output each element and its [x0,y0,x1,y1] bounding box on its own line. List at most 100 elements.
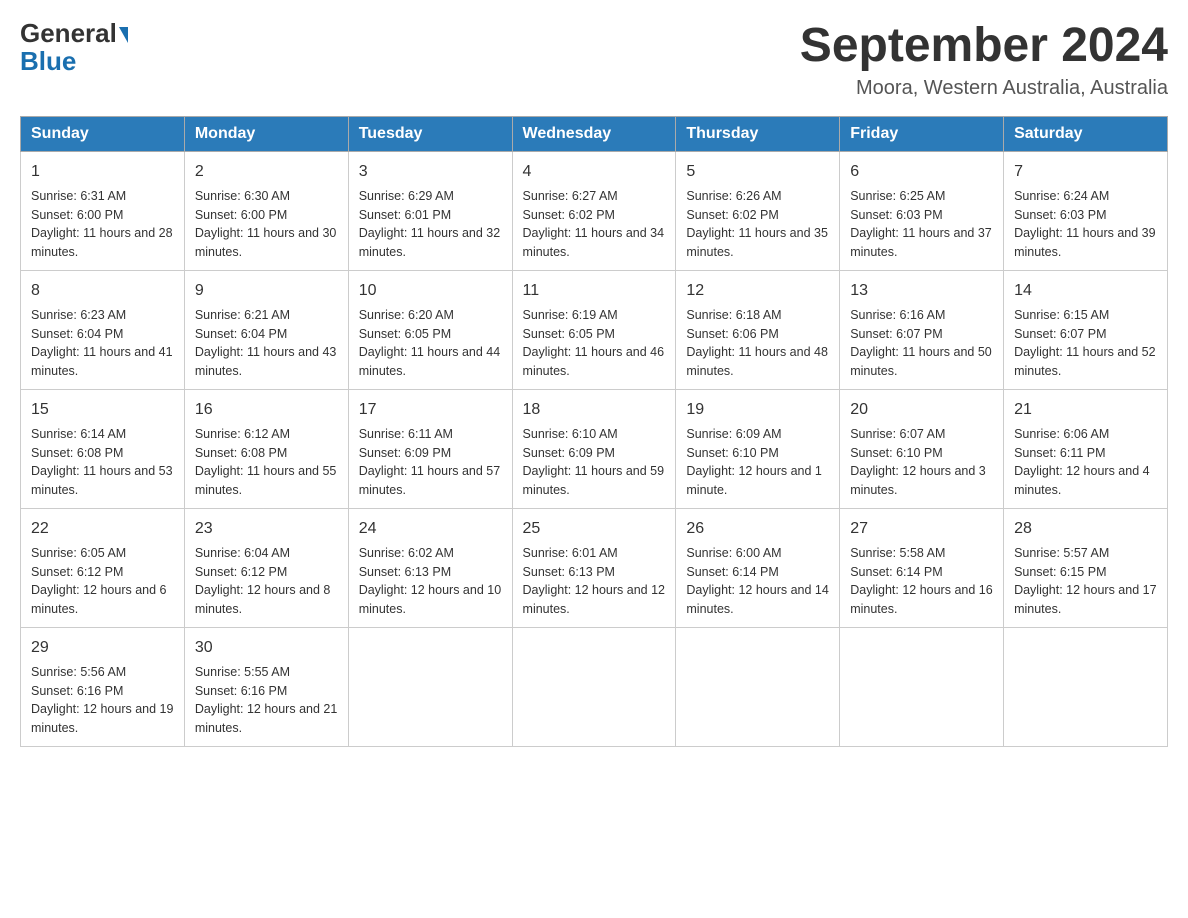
day-info: Sunrise: 5:55 AMSunset: 6:16 PMDaylight:… [195,663,338,738]
calendar-cell [676,627,840,746]
day-number: 22 [31,517,174,541]
day-info: Sunrise: 6:12 AMSunset: 6:08 PMDaylight:… [195,425,338,500]
day-number: 29 [31,636,174,660]
weekday-header-wednesday: Wednesday [512,116,676,151]
calendar-cell: 27 Sunrise: 5:58 AMSunset: 6:14 PMDayligh… [840,508,1004,627]
day-number: 26 [686,517,829,541]
calendar-body: 1 Sunrise: 6:31 AMSunset: 6:00 PMDaylight… [21,151,1168,746]
day-info: Sunrise: 6:26 AMSunset: 6:02 PMDaylight:… [686,187,829,262]
logo-blue-text: Blue [20,46,76,76]
weekday-header-row: SundayMondayTuesdayWednesdayThursdayFrid… [21,116,1168,151]
day-number: 11 [523,279,666,303]
weekday-header-monday: Monday [184,116,348,151]
day-info: Sunrise: 6:31 AMSunset: 6:00 PMDaylight:… [31,187,174,262]
week-row-5: 29 Sunrise: 5:56 AMSunset: 6:16 PMDayligh… [21,627,1168,746]
calendar-cell: 16 Sunrise: 6:12 AMSunset: 6:08 PMDayligh… [184,389,348,508]
day-info: Sunrise: 6:23 AMSunset: 6:04 PMDaylight:… [31,306,174,381]
day-number: 12 [686,279,829,303]
day-number: 17 [359,398,502,422]
calendar-header: SundayMondayTuesdayWednesdayThursdayFrid… [21,116,1168,151]
day-number: 1 [31,160,174,184]
calendar-cell: 11 Sunrise: 6:19 AMSunset: 6:05 PMDayligh… [512,270,676,389]
calendar-table: SundayMondayTuesdayWednesdayThursdayFrid… [20,116,1168,747]
calendar-cell: 8 Sunrise: 6:23 AMSunset: 6:04 PMDaylight… [21,270,185,389]
day-info: Sunrise: 6:25 AMSunset: 6:03 PMDaylight:… [850,187,993,262]
day-number: 15 [31,398,174,422]
week-row-4: 22 Sunrise: 6:05 AMSunset: 6:12 PMDayligh… [21,508,1168,627]
weekday-header-saturday: Saturday [1004,116,1168,151]
day-number: 21 [1014,398,1157,422]
day-info: Sunrise: 6:30 AMSunset: 6:00 PMDaylight:… [195,187,338,262]
day-number: 24 [359,517,502,541]
day-number: 3 [359,160,502,184]
day-number: 6 [850,160,993,184]
calendar-cell: 26 Sunrise: 6:00 AMSunset: 6:14 PMDayligh… [676,508,840,627]
day-number: 13 [850,279,993,303]
calendar-cell: 1 Sunrise: 6:31 AMSunset: 6:00 PMDaylight… [21,151,185,270]
calendar-cell: 9Sunrise: 6:21 AMSunset: 6:04 PMDaylight… [184,270,348,389]
calendar-cell [512,627,676,746]
calendar-cell: 14 Sunrise: 6:15 AMSunset: 6:07 PMDayligh… [1004,270,1168,389]
day-number: 5 [686,160,829,184]
calendar-cell [840,627,1004,746]
day-number: 10 [359,279,502,303]
calendar-cell: 3 Sunrise: 6:29 AMSunset: 6:01 PMDaylight… [348,151,512,270]
day-number: 14 [1014,279,1157,303]
day-info: Sunrise: 6:19 AMSunset: 6:05 PMDaylight:… [523,306,666,381]
weekday-header-thursday: Thursday [676,116,840,151]
calendar-cell: 23Sunrise: 6:04 AMSunset: 6:12 PMDayligh… [184,508,348,627]
day-info: Sunrise: 5:57 AMSunset: 6:15 PMDaylight:… [1014,544,1157,619]
weekday-header-sunday: Sunday [21,116,185,151]
day-info: Sunrise: 6:24 AMSunset: 6:03 PMDaylight:… [1014,187,1157,262]
calendar-cell: 12Sunrise: 6:18 AMSunset: 6:06 PMDayligh… [676,270,840,389]
day-info: Sunrise: 6:11 AMSunset: 6:09 PMDaylight:… [359,425,502,500]
day-info: Sunrise: 6:21 AMSunset: 6:04 PMDaylight:… [195,306,338,381]
logo-general-text: General [20,20,117,46]
day-number: 2 [195,160,338,184]
week-row-3: 15Sunrise: 6:14 AMSunset: 6:08 PMDayligh… [21,389,1168,508]
title-area: September 2024 Moora, Western Australia,… [800,20,1168,100]
day-info: Sunrise: 5:58 AMSunset: 6:14 PMDaylight:… [850,544,993,619]
day-info: Sunrise: 6:00 AMSunset: 6:14 PMDaylight:… [686,544,829,619]
calendar-title: September 2024 [800,20,1168,73]
calendar-cell: 24 Sunrise: 6:02 AMSunset: 6:13 PMDayligh… [348,508,512,627]
calendar-cell: 15Sunrise: 6:14 AMSunset: 6:08 PMDayligh… [21,389,185,508]
calendar-cell: 29 Sunrise: 5:56 AMSunset: 6:16 PMDayligh… [21,627,185,746]
logo: General Blue [20,20,128,77]
calendar-cell: 18 Sunrise: 6:10 AMSunset: 6:09 PMDayligh… [512,389,676,508]
day-info: Sunrise: 6:10 AMSunset: 6:09 PMDaylight:… [523,425,666,500]
day-info: Sunrise: 6:02 AMSunset: 6:13 PMDaylight:… [359,544,502,619]
calendar-cell: 17 Sunrise: 6:11 AMSunset: 6:09 PMDayligh… [348,389,512,508]
day-number: 8 [31,279,174,303]
day-info: Sunrise: 5:56 AMSunset: 6:16 PMDaylight:… [31,663,174,738]
calendar-cell: 21Sunrise: 6:06 AMSunset: 6:11 PMDayligh… [1004,389,1168,508]
day-number: 27 [850,517,993,541]
weekday-header-tuesday: Tuesday [348,116,512,151]
week-row-1: 1 Sunrise: 6:31 AMSunset: 6:00 PMDaylight… [21,151,1168,270]
day-number: 16 [195,398,338,422]
day-number: 23 [195,517,338,541]
calendar-cell: 5 Sunrise: 6:26 AMSunset: 6:02 PMDaylight… [676,151,840,270]
calendar-cell: 13Sunrise: 6:16 AMSunset: 6:07 PMDayligh… [840,270,1004,389]
day-number: 18 [523,398,666,422]
day-info: Sunrise: 6:01 AMSunset: 6:13 PMDaylight:… [523,544,666,619]
calendar-cell: 2 Sunrise: 6:30 AMSunset: 6:00 PMDaylight… [184,151,348,270]
day-info: Sunrise: 6:05 AMSunset: 6:12 PMDaylight:… [31,544,174,619]
calendar-cell: 30 Sunrise: 5:55 AMSunset: 6:16 PMDayligh… [184,627,348,746]
calendar-cell: 19Sunrise: 6:09 AMSunset: 6:10 PMDayligh… [676,389,840,508]
day-number: 28 [1014,517,1157,541]
day-number: 4 [523,160,666,184]
week-row-2: 8 Sunrise: 6:23 AMSunset: 6:04 PMDaylight… [21,270,1168,389]
day-info: Sunrise: 6:07 AMSunset: 6:10 PMDaylight:… [850,425,993,500]
calendar-cell: 20Sunrise: 6:07 AMSunset: 6:10 PMDayligh… [840,389,1004,508]
logo-arrow-icon [119,27,128,43]
calendar-cell: 4Sunrise: 6:27 AMSunset: 6:02 PMDaylight… [512,151,676,270]
day-info: Sunrise: 6:29 AMSunset: 6:01 PMDaylight:… [359,187,502,262]
calendar-cell: 10Sunrise: 6:20 AMSunset: 6:05 PMDayligh… [348,270,512,389]
weekday-header-friday: Friday [840,116,1004,151]
day-info: Sunrise: 6:09 AMSunset: 6:10 PMDaylight:… [686,425,829,500]
calendar-cell: 6 Sunrise: 6:25 AMSunset: 6:03 PMDaylight… [840,151,1004,270]
calendar-cell: 28 Sunrise: 5:57 AMSunset: 6:15 PMDayligh… [1004,508,1168,627]
day-info: Sunrise: 6:15 AMSunset: 6:07 PMDaylight:… [1014,306,1157,381]
day-number: 30 [195,636,338,660]
